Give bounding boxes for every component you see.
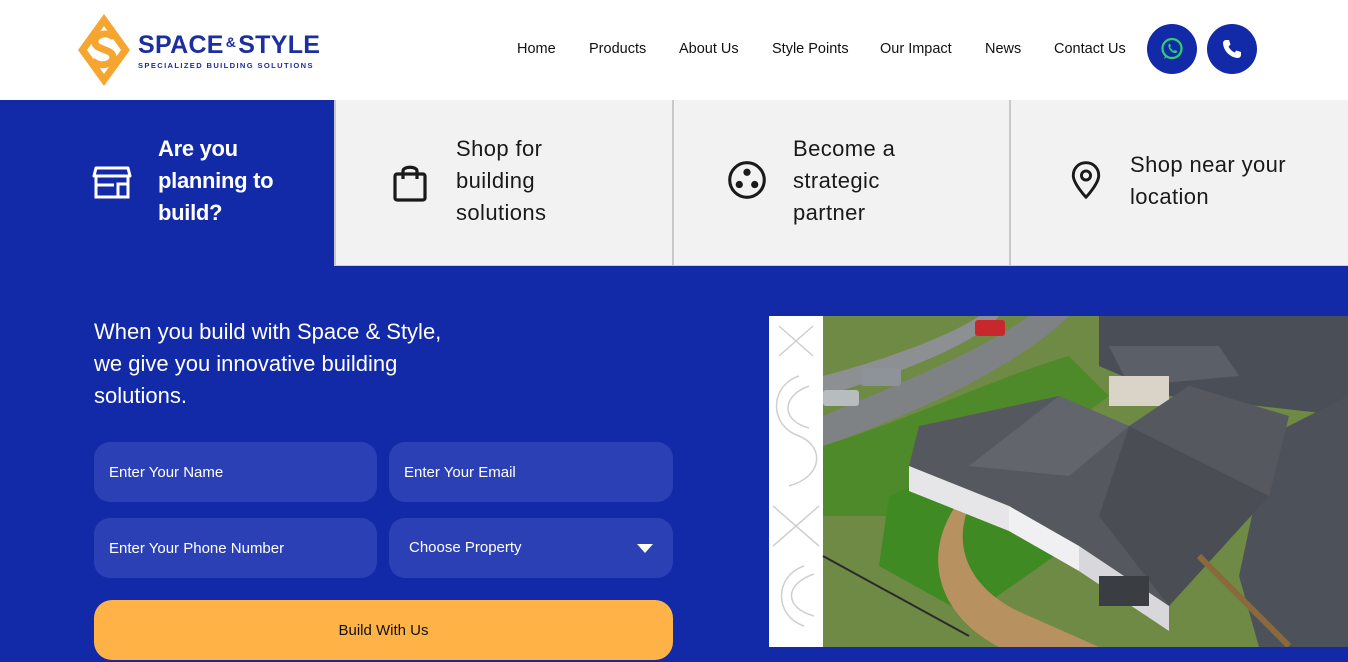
nav-our-impact[interactable]: Our Impact xyxy=(880,41,952,57)
chevron-down-icon xyxy=(637,544,653,553)
nav-products[interactable]: Products xyxy=(589,41,646,57)
property-select[interactable]: Choose Property xyxy=(389,518,673,578)
audience-tabs: Are you planning to build? Shop for buildin… xyxy=(0,100,1348,266)
tab-strategic-partner[interactable]: Become a strategic partner xyxy=(672,100,1009,266)
tab-label: Shop near your location xyxy=(1130,152,1287,209)
brand-name: SPACE &STYLE xyxy=(138,30,321,59)
tab-planning-to-build[interactable]: Are you planning to build? xyxy=(0,100,334,266)
property-select-value: Choose Property xyxy=(409,539,522,556)
whatsapp-icon xyxy=(1161,37,1183,60)
name-input[interactable] xyxy=(94,442,377,502)
brand-logo[interactable]: SPACE &STYLE SPECIALIZED BUILDING SOLUTIO… xyxy=(76,12,336,88)
brand-tagline: SPECIALIZED BUILDING SOLUTIONS xyxy=(138,60,314,70)
nav-contact-us[interactable]: Contact Us xyxy=(1054,41,1126,57)
nav-about-us[interactable]: About Us xyxy=(679,41,739,57)
logo-mark-icon xyxy=(76,12,132,88)
nav-home[interactable]: Home xyxy=(517,41,556,57)
whatsapp-button[interactable] xyxy=(1147,24,1197,74)
phone-button[interactable] xyxy=(1207,24,1257,74)
tab-shop-near-location[interactable]: Shop near your location xyxy=(1009,100,1348,266)
store-icon xyxy=(92,166,132,199)
hero-heading: When you build with Space & Style, we gi… xyxy=(94,319,442,408)
build-with-us-button[interactable]: Build With Us xyxy=(94,600,673,660)
phone-input[interactable] xyxy=(94,518,377,578)
tab-label: Shop for building solutions xyxy=(456,136,547,225)
nav-news[interactable]: News xyxy=(985,41,1021,57)
partner-network-icon xyxy=(728,161,766,199)
site-header: SPACE &STYLE SPECIALIZED BUILDING SOLUTIO… xyxy=(0,0,1348,100)
hero-house-image xyxy=(769,316,1348,647)
phone-icon xyxy=(1223,40,1241,58)
email-input[interactable] xyxy=(389,442,673,502)
shopping-bag-icon xyxy=(393,165,427,202)
tab-label: Become a strategic partner xyxy=(793,136,896,225)
tab-shop-building-solutions[interactable]: Shop for building solutions xyxy=(334,100,672,266)
tab-label: Are you planning to build? xyxy=(158,136,274,225)
location-pin-icon xyxy=(1071,161,1101,199)
nav-style-points[interactable]: Style Points xyxy=(772,41,849,57)
